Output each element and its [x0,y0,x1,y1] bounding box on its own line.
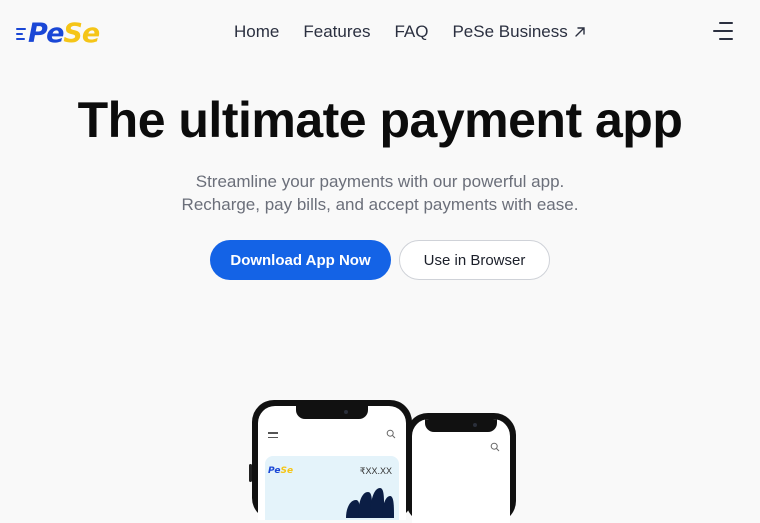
nav-link-faq-label: FAQ [394,22,429,41]
hero-subtitle-line-2: Recharge, pay bills, and accept payments… [181,195,579,214]
app-logo: PeSe [268,466,293,476]
logo-speed-lines-icon [16,28,26,40]
pese-logo[interactable]: PeSe [16,16,100,50]
camera-dot [473,423,477,427]
card-illustration-icon [346,488,394,518]
hero-title: The ultimate payment app [77,92,683,148]
hero-subtitle: Streamline your payments with our powerf… [0,170,760,216]
phone-mockup-front: PeSe ₹XX.XX [249,400,412,520]
use-in-browser-button[interactable]: Use in Browser [399,240,550,280]
main-nav: Home Features FAQ PeSe Business [234,21,586,43]
nav-link-pese-business[interactable]: PeSe Business [452,21,585,43]
app-logo-pe: Pe [268,466,281,476]
nav-link-home[interactable]: Home [234,21,279,43]
hero-subtitle-line-1: Streamline your payments with our powerf… [195,172,565,191]
app-balance-text: ₹XX.XX [359,466,392,476]
logo-wordmark: PeSe [28,17,100,49]
hamburger-menu-icon[interactable] [713,22,733,40]
app-logo-se: Se [280,466,294,476]
phone-mockup-back [406,413,516,523]
external-arrow-icon [575,27,585,37]
phone-back-screen [412,419,510,523]
logo-part-se: Se [63,17,100,49]
phone-back-notch [425,419,497,432]
phone-front-screen: PeSe ₹XX.XX [258,406,406,520]
logo-part-pe: Pe [28,17,64,49]
nav-link-home-label: Home [234,22,280,41]
app-search-icon [386,429,396,439]
download-app-button[interactable]: Download App Now [210,240,391,280]
search-icon [490,442,500,452]
phone-front-notch [296,406,368,419]
app-menu-icon [268,432,278,438]
nav-link-pese-business-label: PeSe Business [452,22,568,41]
nav-link-features-label: Features [303,22,371,41]
site-header: PeSe Home Features FAQ PeSe Business [0,0,760,64]
nav-link-faq[interactable]: FAQ [394,21,428,43]
nav-link-features[interactable]: Features [303,21,370,43]
camera-dot [344,410,348,414]
phone-side-button [249,464,252,482]
